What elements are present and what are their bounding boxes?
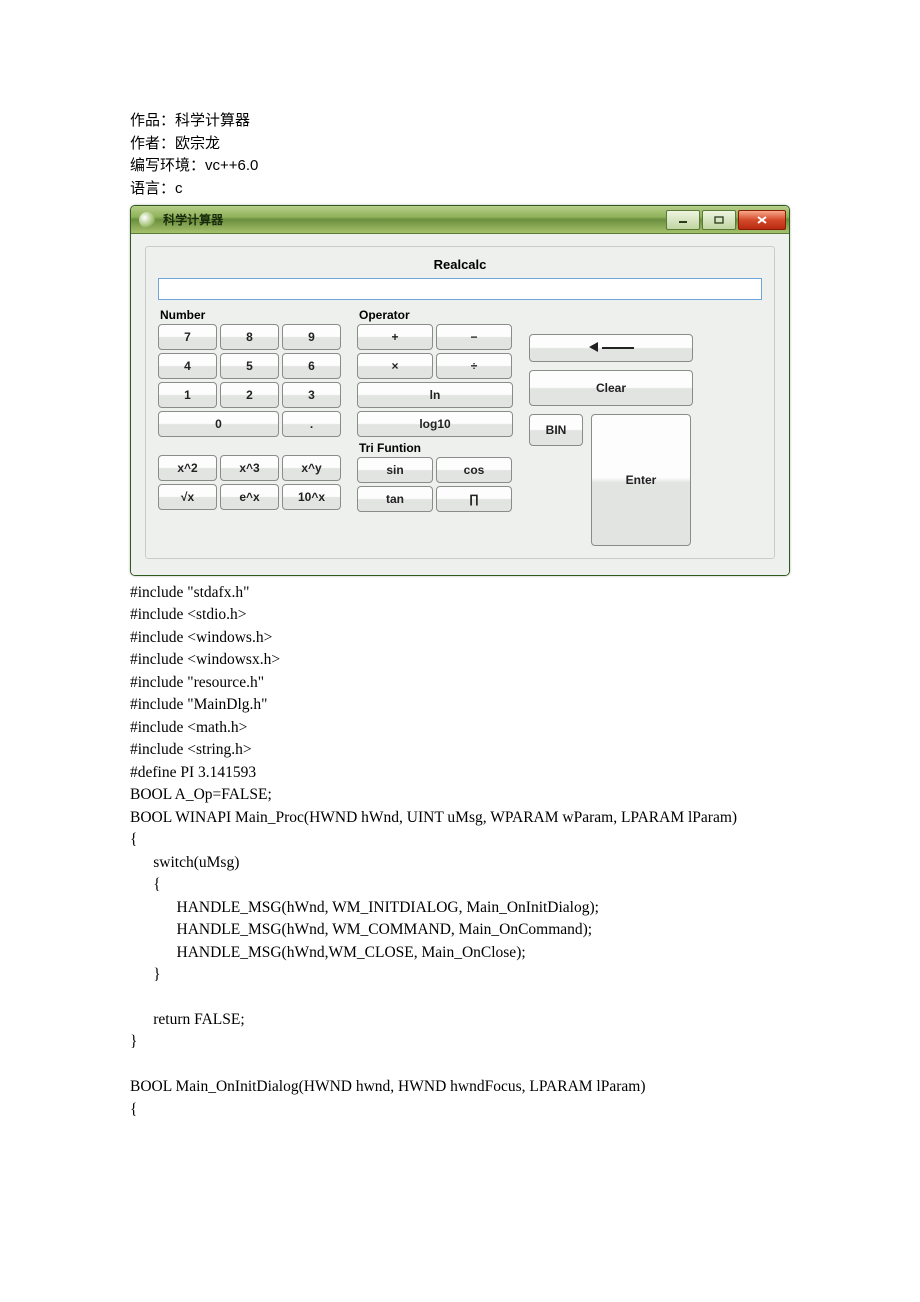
meta-env: 编写环境：vc++6.0 (130, 155, 790, 178)
add-button[interactable]: + (357, 324, 433, 350)
window-buttons (664, 210, 786, 230)
multiply-button[interactable]: × (357, 353, 433, 379)
meta-work-label: 作品： (130, 112, 175, 129)
subtract-button[interactable]: − (436, 324, 512, 350)
main-group: Realcalc Number 7 8 9 4 (145, 246, 775, 559)
tri-label: Tri Funtion (359, 441, 515, 455)
num-6-button[interactable]: 6 (282, 353, 341, 379)
log10-button[interactable]: log10 (357, 411, 513, 437)
arrow-left-icon (589, 341, 602, 355)
window-title: 科学计算器 (163, 213, 223, 227)
num-3-button[interactable]: 3 (282, 382, 341, 408)
right-column: x Clear BIN Enter (529, 300, 762, 546)
code-block: #include "stdafx.h" #include <stdio.h> #… (130, 582, 790, 1121)
arrow-line-icon (602, 347, 634, 349)
num-0-button[interactable]: 0 (158, 411, 279, 437)
pi-button[interactable]: ∏ (436, 486, 512, 512)
sin-button[interactable]: sin (357, 457, 433, 483)
clear-button[interactable]: Clear (529, 370, 693, 406)
cos-button[interactable]: cos (436, 457, 512, 483)
tan-button[interactable]: tan (357, 486, 433, 512)
enter-button[interactable]: Enter (591, 414, 691, 546)
x-pow-y-button[interactable]: x^y (282, 455, 341, 481)
ln-button[interactable]: ln (357, 382, 513, 408)
meta-lang-value: c (175, 180, 183, 197)
maximize-button[interactable] (702, 210, 736, 230)
num-2-button[interactable]: 2 (220, 382, 279, 408)
display-input[interactable] (158, 278, 762, 300)
meta-author-label: 作者： (130, 135, 175, 152)
number-label: Number (160, 308, 343, 322)
e-pow-x-button[interactable]: e^x (220, 484, 279, 510)
backspace-button[interactable] (529, 334, 693, 362)
realcalc-label: Realcalc (158, 257, 762, 272)
sqrt-button[interactable]: √x (158, 484, 217, 510)
x-squared-button[interactable]: x^2 (158, 455, 217, 481)
close-button[interactable] (738, 210, 786, 230)
client-area: Realcalc Number 7 8 9 4 (131, 234, 789, 575)
bin-button[interactable]: BIN (529, 414, 583, 446)
app-window: 科学计算器 Realcalc (130, 205, 790, 576)
meta-author: 作者：欧宗龙 (130, 133, 790, 156)
divide-button[interactable]: ÷ (436, 353, 512, 379)
titlebar-left: 科学计算器 (139, 211, 223, 228)
meta-work: 作品：科学计算器 (130, 110, 790, 133)
meta-env-value: vc++6.0 (205, 157, 258, 174)
meta-work-value: 科学计算器 (175, 112, 250, 129)
titlebar: 科学计算器 (131, 206, 789, 234)
num-4-button[interactable]: 4 (158, 353, 217, 379)
num-5-button[interactable]: 5 (220, 353, 279, 379)
operator-label: Operator (359, 308, 515, 322)
meta-author-value: 欧宗龙 (175, 135, 220, 152)
num-1-button[interactable]: 1 (158, 382, 217, 408)
meta-lang: 语言：c (130, 178, 790, 201)
dot-button[interactable]: . (282, 411, 341, 437)
operator-column: Operator + − × ÷ ln (357, 300, 515, 512)
app-icon (139, 212, 155, 228)
minimize-button[interactable] (666, 210, 700, 230)
x-cubed-button[interactable]: x^3 (220, 455, 279, 481)
meta-env-label: 编写环境： (130, 157, 205, 174)
meta-lang-label: 语言： (130, 180, 175, 197)
ten-pow-x-button[interactable]: 10^x (282, 484, 341, 510)
num-7-button[interactable]: 7 (158, 324, 217, 350)
num-9-button[interactable]: 9 (282, 324, 341, 350)
num-8-button[interactable]: 8 (220, 324, 279, 350)
number-column: Number 7 8 9 4 5 6 (158, 300, 343, 510)
